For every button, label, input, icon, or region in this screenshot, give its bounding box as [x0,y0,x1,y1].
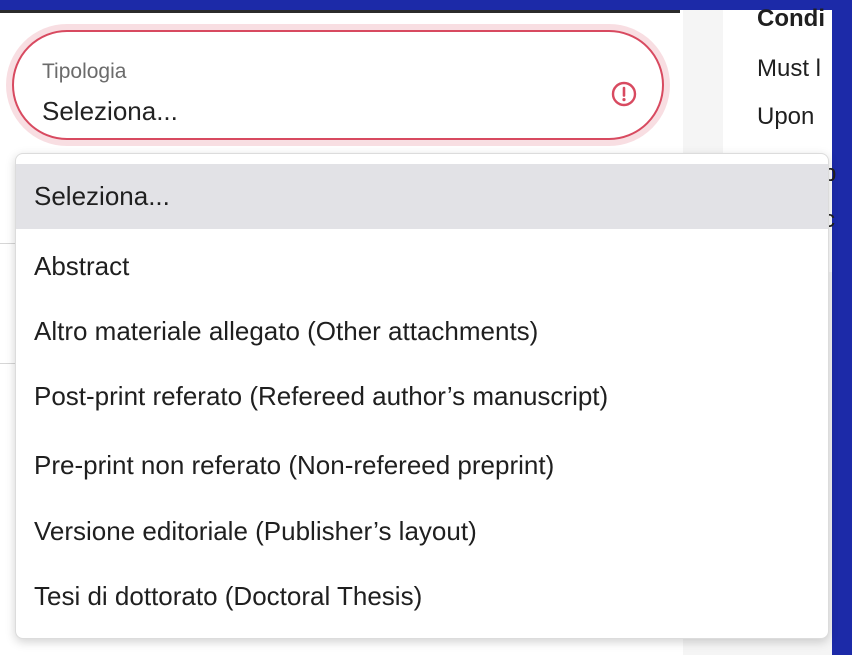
option-doctoral-thesis[interactable]: Tesi di dottorato (Doctoral Thesis) [16,564,828,629]
option-non-refereed-preprint[interactable]: Pre-print non referato (Non-refereed pre… [16,433,828,498]
alert-circle-icon [611,81,637,107]
screen-frame-right [832,0,852,655]
conditions-heading: Condi [757,5,825,32]
conditions-line: Must l [757,55,822,82]
option-abstract[interactable]: Abstract [16,234,828,299]
screen-frame-top [0,0,852,10]
option-other-attachments[interactable]: Altro materiale allegato (Other attachme… [16,299,828,364]
tipologia-dropdown-list: Seleziona... Abstract Altro materiale al… [15,153,829,639]
option-refereed-manuscript[interactable]: Post-print referato (Refereed author’s m… [16,364,828,429]
select-value: Seleziona... [42,96,178,126]
option-publisher-layout[interactable]: Versione editoriale (Publisher’s layout) [16,499,828,564]
conditions-line: Upon [757,103,815,130]
select-label: Tipologia [42,60,127,83]
section-divider [0,10,680,13]
option-seleziona[interactable]: Seleziona... [16,164,828,229]
